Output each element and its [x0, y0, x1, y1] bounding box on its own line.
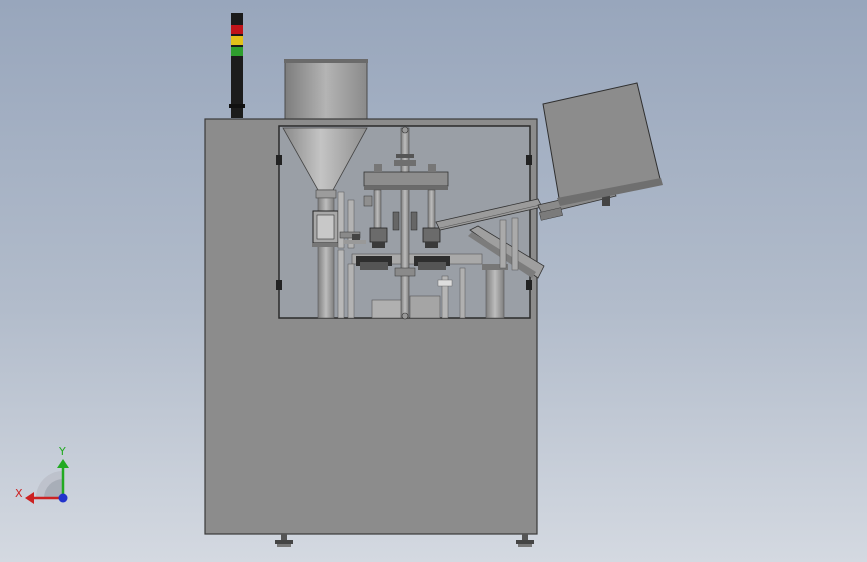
y-axis-label: Y — [58, 445, 66, 458]
green-lamp — [231, 47, 243, 56]
z-axis-dot — [58, 493, 68, 503]
machine-feet — [275, 534, 534, 547]
signal-tower-icon — [229, 13, 245, 118]
red-lamp — [231, 25, 243, 34]
orientation-triad: Y X — [15, 445, 69, 504]
hopper-icon — [284, 59, 368, 120]
hinge — [276, 155, 282, 165]
cad-viewport[interactable]: Y X — [0, 0, 867, 562]
machine-drawing: Y X — [15, 13, 663, 547]
hinge — [526, 280, 532, 290]
yellow-lamp — [231, 36, 243, 45]
hinge — [276, 280, 282, 290]
hinge — [526, 155, 532, 165]
x-axis-label: X — [15, 487, 23, 500]
